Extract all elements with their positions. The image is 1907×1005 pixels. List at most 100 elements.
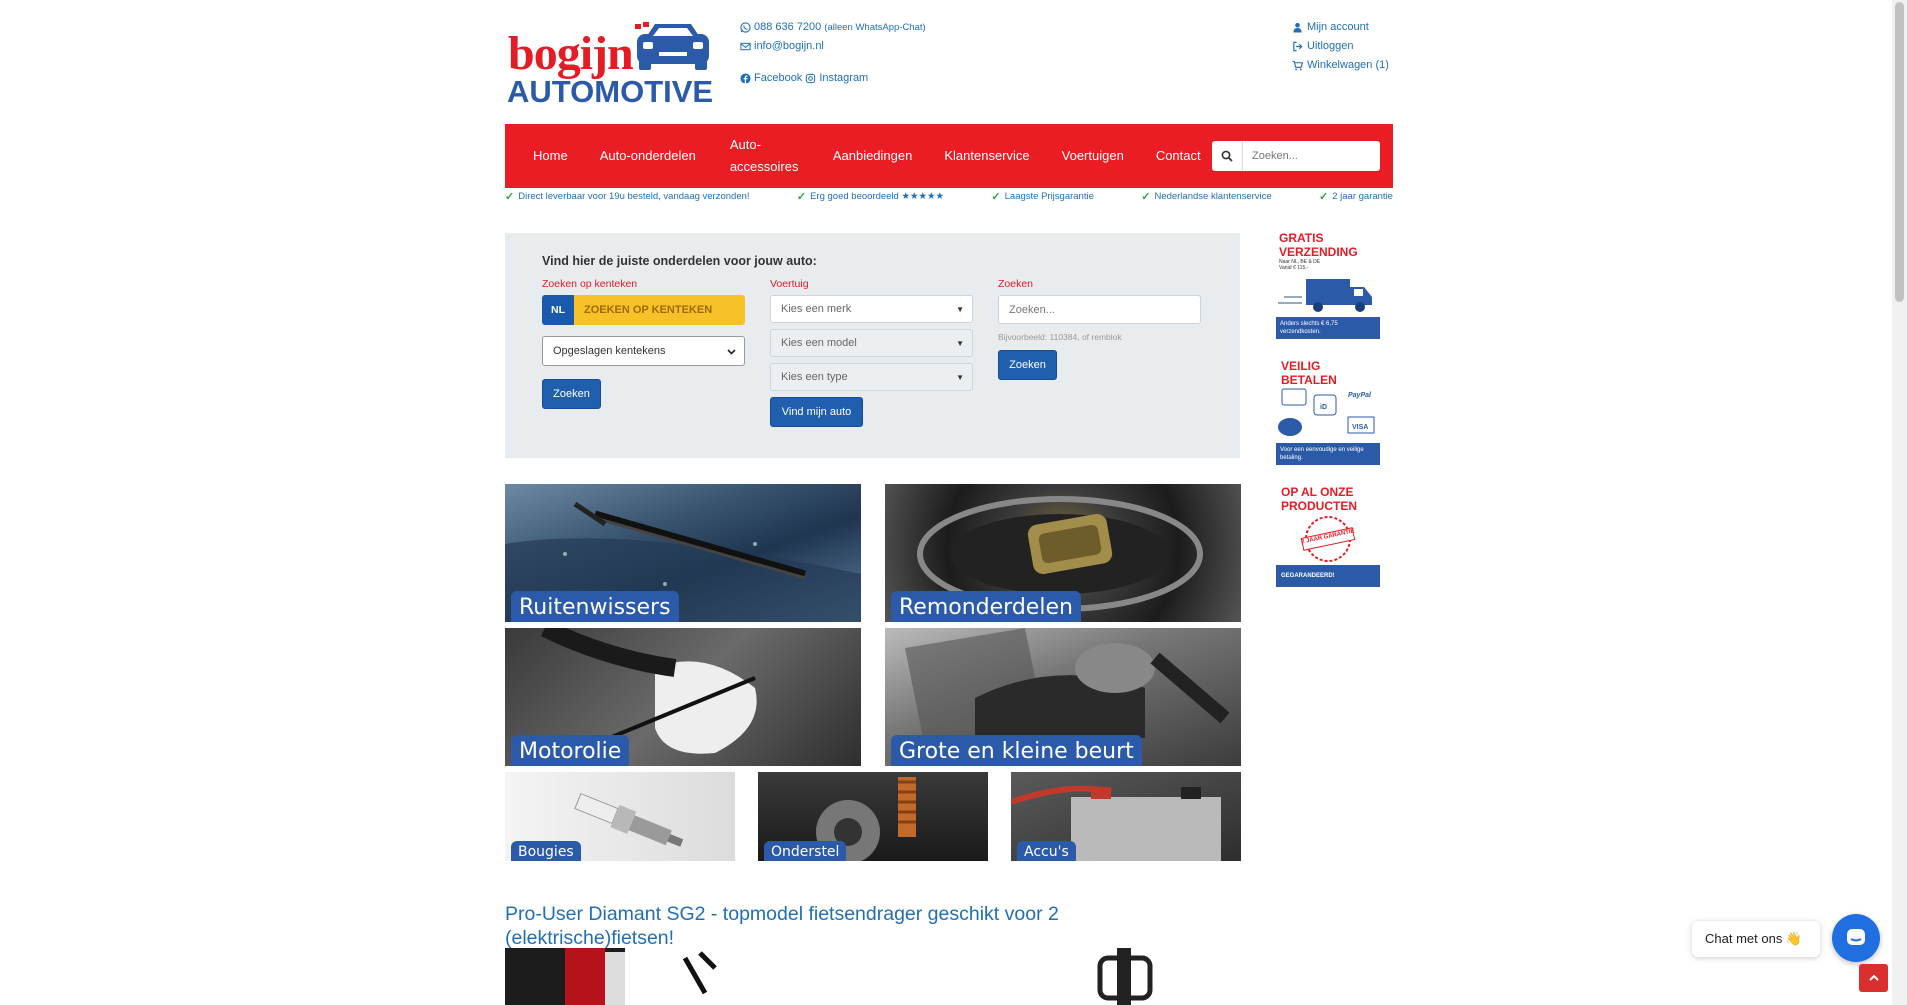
contact-info: 088 636 7200 (alleen WhatsApp-Chat) info…: [740, 18, 926, 88]
type-select-value: Kies een type: [781, 371, 848, 383]
chat-label: Chat met ons 👋: [1705, 931, 1803, 946]
facebook-link[interactable]: Facebook: [754, 69, 802, 88]
account-links: Mijn account Uitloggen Winkelwagen (1): [1292, 18, 1389, 75]
plate-input[interactable]: NL ZOEKEN OP KENTEKEN: [542, 295, 745, 325]
logo-subtitle: AUTOMOTIVE: [507, 74, 714, 109]
instagram-icon: [806, 73, 816, 84]
caret-down-icon: ▼: [956, 339, 964, 348]
guarantee-banner[interactable]: OP AL ONZE PRODUCTEN 2 JAAR GARANTIE GEG…: [1276, 485, 1380, 600]
site-logo[interactable]: bogijn AUTOMOTIVE: [505, 18, 713, 109]
svg-text:iD: iD: [1320, 404, 1327, 411]
check-icon: ✓: [1319, 191, 1329, 203]
facebook-icon: [740, 73, 751, 84]
category-tile-accus[interactable]: Accu's: [1011, 772, 1241, 861]
saved-plates-value: Opgeslagen kentekens: [553, 345, 666, 357]
tile-label: Ruitenwissers: [511, 591, 679, 622]
tile-label: Remonderdelen: [891, 591, 1081, 622]
payment-note: Voor een eenvoudige en veilige betaling.: [1276, 443, 1380, 465]
category-tile-ruitenwissers[interactable]: Ruitenwissers: [505, 484, 861, 622]
shipping-note: Anders slechts € 6,75 verzendkosten.: [1276, 317, 1380, 339]
my-account-link[interactable]: Mijn account: [1292, 18, 1389, 37]
brand-select[interactable]: Kies een merk ▼: [770, 295, 973, 323]
instagram-link[interactable]: Instagram: [819, 69, 868, 88]
tile-label: Bougies: [511, 841, 581, 861]
nav-home[interactable]: Home: [517, 145, 584, 167]
find-car-button[interactable]: Vind mijn auto: [770, 397, 863, 427]
nav-aanbiedingen[interactable]: Aanbiedingen: [817, 145, 929, 167]
phone-note: (alleen WhatsApp-Chat): [824, 22, 926, 33]
usp-text: 2 jaar garantie: [1332, 191, 1393, 202]
guarantee-stamp: 2 JAAR GARANTIE: [1276, 513, 1380, 565]
back-to-top-button[interactable]: [1859, 964, 1888, 992]
nav-auto-accessoires[interactable]: Auto- accessoires: [712, 134, 817, 178]
chat-button[interactable]: [1832, 914, 1880, 962]
caret-down-icon: ▼: [956, 305, 964, 314]
product-title[interactable]: Pro-User Diamant SG2 - topmodel fietsend…: [505, 902, 1125, 950]
vehicle-column: Voertuig Kies een merk ▼ Kies een model …: [770, 278, 973, 427]
cart-link[interactable]: Winkelwagen (1): [1292, 56, 1389, 75]
check-icon: ✓: [991, 191, 1001, 203]
envelope-icon: [740, 42, 751, 51]
payment-banner[interactable]: VEILIG BETALEN iD PayPal VISA Voor een e…: [1276, 359, 1380, 477]
chevron-down-icon: [727, 349, 736, 355]
logout-link[interactable]: Uitloggen: [1292, 37, 1389, 56]
bike-carrier-image: [505, 948, 1153, 1005]
type-select[interactable]: Kies een type ▼: [770, 363, 973, 391]
text-search-column: Zoeken Zoeken... Bijvoorbeeld: 110384, o…: [998, 278, 1201, 380]
svg-text:PayPal: PayPal: [1348, 392, 1372, 399]
check-icon: ✓: [505, 191, 515, 203]
category-tile-motorolie[interactable]: Motorolie: [505, 628, 861, 766]
guarantee-note: GEGARANDEERD!: [1276, 565, 1380, 587]
vehicle-label: Voertuig: [770, 278, 809, 290]
logout-icon: [1293, 41, 1303, 52]
logout-label: Uitloggen: [1307, 40, 1354, 52]
nav-search: [1212, 141, 1380, 171]
plate-search-button[interactable]: Zoeken: [542, 379, 601, 409]
nav-klantenservice[interactable]: Klantenservice: [928, 145, 1045, 167]
part-search-input[interactable]: Zoeken...: [998, 295, 1201, 324]
payment-methods-icon: iD PayPal VISA: [1278, 388, 1375, 436]
part-search-button[interactable]: Zoeken: [998, 350, 1057, 380]
main-navigation: Home Auto-onderdelen Auto- accessoires A…: [505, 124, 1393, 188]
chevron-up-icon: [1868, 974, 1879, 981]
nav-voertuigen[interactable]: Voertuigen: [1046, 145, 1140, 167]
payment-title-1: VEILIG: [1281, 359, 1321, 373]
page-scrollbar[interactable]: [1892, 0, 1907, 1005]
saved-plates-select[interactable]: Opgeslagen kentekens: [542, 336, 745, 366]
brand-select-value: Kies een merk: [781, 303, 852, 315]
social-links: Facebook Instagram: [740, 69, 926, 88]
chat-bubble[interactable]: Chat met ons 👋: [1692, 921, 1820, 957]
scrollbar-thumb[interactable]: [1895, 2, 1904, 302]
nav-auto-onderdelen[interactable]: Auto-onderdelen: [584, 145, 712, 167]
usp-item: ✓ 2 jaar garantie: [1319, 190, 1393, 203]
logo-wordmark: bogijn: [508, 27, 634, 80]
phone-number: 088 636 7200: [754, 21, 822, 33]
nav-search-input[interactable]: [1243, 150, 1373, 162]
search-hint: Bijvoorbeeld: 110384, of remblok: [998, 332, 1122, 342]
category-tile-remonderdelen[interactable]: Remonderdelen: [885, 484, 1241, 622]
product-image-strip: [505, 948, 1241, 1005]
nav-search-button[interactable]: [1212, 141, 1243, 171]
svg-text:VISA: VISA: [1352, 424, 1368, 431]
category-tile-beurt[interactable]: Grote en kleine beurt: [885, 628, 1241, 766]
shipping-banner[interactable]: GRATIS VERZENDING Naar NL, BE & DE Vanaf…: [1276, 231, 1380, 351]
plate-label: Zoeken op kenteken: [542, 278, 638, 290]
truck-icon: [1278, 279, 1372, 312]
shipping-subtitle: Naar NL, BE & DE Vanaf € 115,-: [1279, 259, 1321, 271]
usp-text: Nederlandse klantenservice: [1154, 191, 1272, 202]
category-tile-bougies[interactable]: Bougies: [505, 772, 735, 861]
nav-contact[interactable]: Contact: [1140, 145, 1217, 167]
usp-item: ✓ Laagste Prijsgarantie: [991, 190, 1093, 203]
model-select[interactable]: Kies een model ▼: [770, 329, 973, 357]
email-link[interactable]: info@bogijn.nl: [740, 37, 926, 56]
plate-search-column: Zoeken op kenteken NL ZOEKEN OP KENTEKEN…: [542, 278, 745, 409]
category-tile-onderstel[interactable]: Onderstel: [758, 772, 988, 861]
car-logo-icon: [635, 22, 709, 70]
phone-link[interactable]: 088 636 7200 (alleen WhatsApp-Chat): [740, 18, 926, 37]
chat-icon: [1847, 929, 1865, 945]
tile-label: Motorolie: [511, 735, 630, 766]
plate-placeholder: ZOEKEN OP KENTEKEN: [574, 295, 745, 325]
search-icon: [1221, 150, 1233, 162]
tile-label: Accu's: [1017, 841, 1076, 861]
guarantee-title-1: OP AL ONZE: [1281, 485, 1354, 499]
